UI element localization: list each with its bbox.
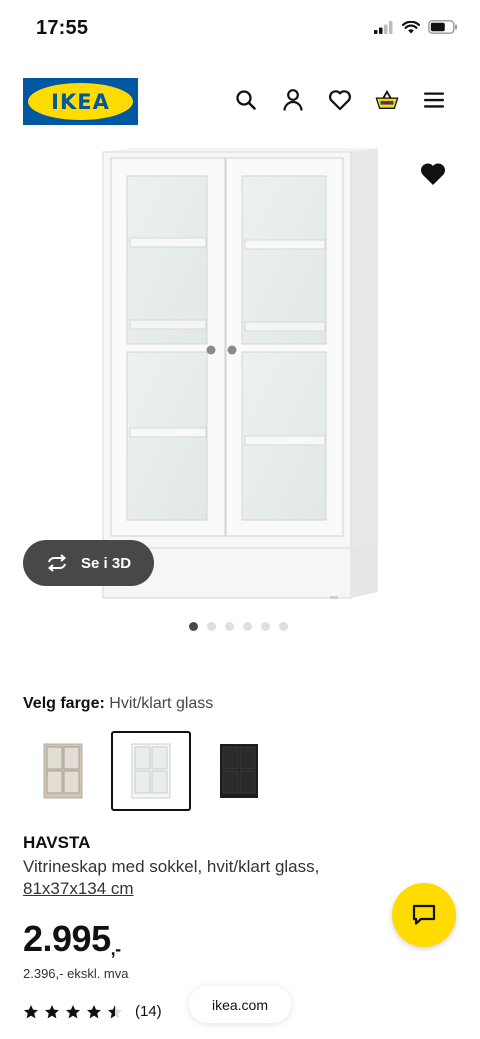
cellular-signal-icon [374,20,393,34]
rotate-3d-icon [47,554,67,572]
view-in-3d-label: Se i 3D [81,554,132,572]
star-icon [87,1004,101,1018]
image-carousel-dots [0,622,480,631]
star-icon [45,1004,59,1018]
carousel-dot[interactable] [260,622,270,631]
account-icon[interactable] [281,88,305,112]
half-star-icon [108,1004,122,1018]
status-icons [374,20,458,34]
wifi-icon [402,20,420,33]
product-name: HAVSTA [23,833,91,852]
color-label-title: Velg farge: [23,695,105,712]
browser-url-text: ikea.com [211,996,269,1013]
price-amount: 2.995 [23,918,111,959]
battery-icon [428,20,457,34]
header-actions [234,88,446,112]
product-description: Vitrineskap med sokkel, hvit/klart glass… [23,857,320,876]
star-icon [66,1004,80,1018]
carousel-dot[interactable] [188,622,198,631]
product-price: 2.995,- [23,918,121,960]
favorite-heart-icon[interactable] [419,161,447,189]
site-header: IKEA [0,78,480,126]
carousel-dot[interactable] [278,622,288,631]
ikea-logo[interactable]: IKEA [23,78,138,125]
carousel-dot[interactable] [242,622,252,631]
chat-button[interactable] [392,883,456,947]
review-count: (14) [135,1003,162,1020]
wishlist-icon[interactable] [328,88,352,112]
search-icon[interactable] [234,88,258,112]
menu-icon[interactable] [422,88,446,112]
product-rating[interactable]: (14) [23,1003,162,1020]
color-selected-value: Hvit/klart glass [109,695,214,712]
color-swatch-black[interactable] [199,731,279,811]
color-swatch-beige[interactable] [23,731,103,811]
product-dimensions-link[interactable]: 81x37x134 cm [23,879,134,899]
price-excl-vat: 2.396,- ekskl. mva [23,966,129,981]
browser-url-bar[interactable]: ikea.com [189,986,291,1023]
star-icon [24,1004,38,1018]
chat-icon [412,904,436,925]
view-in-3d-button[interactable]: Se i 3D [23,540,154,586]
color-swatches [23,731,287,811]
ikea-logo-oval: IKEA [28,83,133,120]
carousel-dot[interactable] [206,622,216,631]
color-picker-label: Velg farge: Hvit/klart glass [23,695,213,713]
carousel-dot[interactable] [224,622,234,631]
status-bar: 17:55 [0,0,480,56]
cart-icon[interactable] [375,88,399,112]
color-swatch-white[interactable] [111,731,191,811]
status-time: 17:55 [36,17,89,39]
ikea-logo-text: IKEA [51,89,110,114]
price-suffix: ,- [110,939,122,959]
